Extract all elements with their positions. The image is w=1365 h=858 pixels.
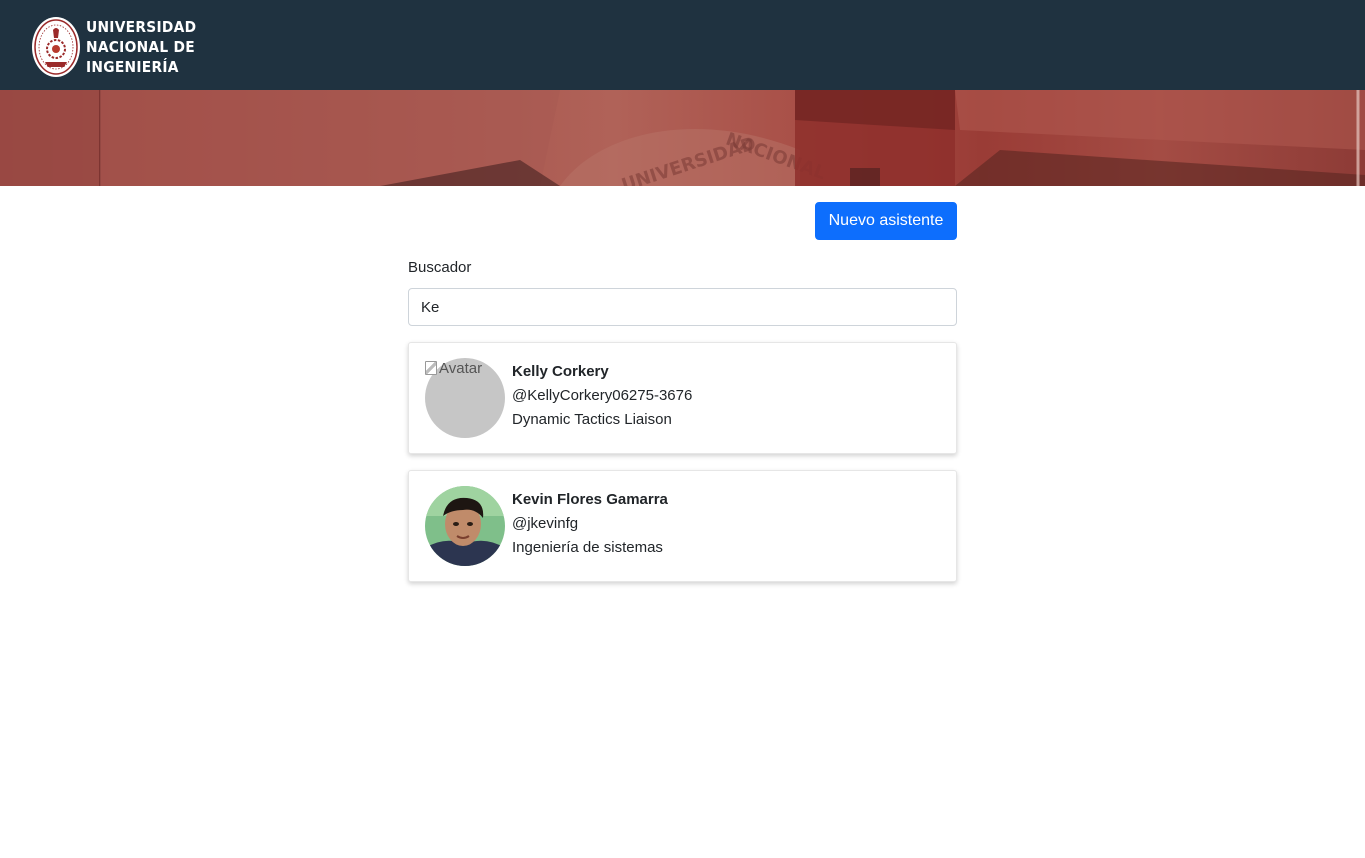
avatar	[425, 486, 505, 566]
search-label: Buscador	[408, 259, 472, 276]
attendee-name: Kelly Corkery	[512, 363, 609, 380]
banner-building-illustration: UNIVERSIDAD NACIONAL	[0, 90, 1365, 186]
logo-line-1: UNIVERSIDAD	[86, 18, 197, 36]
attendee-handle: @jkevinfg	[512, 515, 579, 532]
attendee-handle: @KellyCorkery06275-3676	[512, 387, 693, 404]
search-input[interactable]	[408, 288, 957, 326]
avatar-photo	[425, 486, 505, 566]
attendee-card[interactable]: Kevin Flores Gamarra @jkevinfg Ingenierí…	[408, 470, 957, 582]
broken-image-icon	[425, 361, 437, 375]
attendee-card[interactable]: Avatar Kelly Corkery @KellyCorkery06275-…	[408, 342, 957, 454]
avatar-alt-text: Avatar	[439, 360, 483, 377]
university-logo[interactable]: UNIVERSIDAD NACIONAL DE INGENIERÍA	[31, 16, 196, 78]
header-banner-image: UNIVERSIDAD NACIONAL	[0, 90, 1365, 186]
university-name: UNIVERSIDAD NACIONAL DE INGENIERÍA	[86, 17, 196, 77]
university-seal-icon	[32, 17, 80, 77]
new-attendee-button[interactable]: Nuevo asistente	[815, 202, 957, 240]
attendee-role: Ingeniería de sistemas	[512, 539, 663, 556]
attendee-info: Kelly Corkery @KellyCorkery06275-3676 Dy…	[512, 360, 692, 432]
attendee-role: Dynamic Tactics Liaison	[512, 411, 672, 428]
top-navbar: UNIVERSIDAD NACIONAL DE INGENIERÍA	[0, 0, 1365, 90]
logo-line-2: NACIONAL DE	[86, 38, 195, 56]
attendee-info: Kevin Flores Gamarra @jkevinfg Ingenierí…	[512, 488, 668, 560]
logo-line-3: INGENIERÍA	[86, 58, 179, 76]
attendee-name: Kevin Flores Gamarra	[512, 491, 668, 508]
